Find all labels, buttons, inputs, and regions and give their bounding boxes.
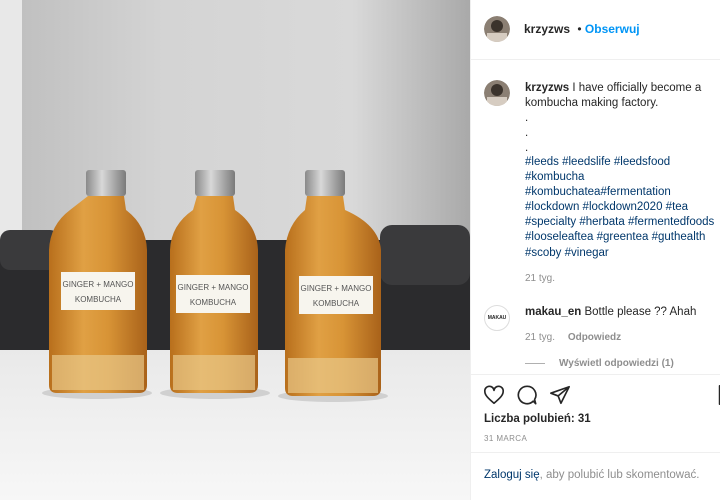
- login-prompt: Zaloguj się, aby polubić lub skomentować…: [484, 469, 699, 481]
- comment-icon[interactable]: [516, 384, 538, 411]
- caption-text-line2: kombucha making factory.: [525, 97, 659, 109]
- hashtag-link[interactable]: #guthealth: [652, 231, 706, 243]
- hashtag-link[interactable]: #vinegar: [565, 247, 609, 259]
- hashtag-link[interactable]: #looseleaftea: [525, 231, 593, 243]
- comment-timestamp[interactable]: 21 tyg.: [525, 332, 555, 343]
- caption-timestamp[interactable]: 21 tyg.: [525, 273, 555, 284]
- header-separator: •: [577, 22, 582, 36]
- replies-line: [525, 363, 545, 364]
- hashtag-link[interactable]: #specialty: [525, 216, 576, 228]
- hashtag-link[interactable]: #leedsfood: [614, 156, 670, 168]
- hashtag-link[interactable]: #fermentation: [600, 186, 670, 198]
- author-username[interactable]: krzyzws: [524, 22, 570, 36]
- caption-dot-2: .: [525, 127, 529, 139]
- hashtag-link[interactable]: #lockdown: [525, 201, 579, 213]
- post-header: krzyzws • Obserwuj: [524, 22, 640, 36]
- post-date[interactable]: 31 MARCA: [484, 434, 527, 443]
- caption-username[interactable]: krzyzws: [525, 82, 569, 94]
- bookmark-icon[interactable]: [715, 384, 720, 406]
- hashtag-link[interactable]: #greentea: [597, 231, 649, 243]
- caption-first-line: krzyzws I have officially become a: [525, 81, 701, 96]
- hashtag-link[interactable]: #leeds: [525, 156, 559, 168]
- comment-meta: 21 tyg. Odpowiedz: [525, 332, 621, 343]
- author-avatar-image: [484, 16, 510, 42]
- hashtag-link[interactable]: #kombucha: [525, 171, 584, 183]
- caption-text-line1: I have officially become a: [572, 82, 702, 94]
- footer-divider: [471, 452, 720, 453]
- likes-count[interactable]: Liczba polubień: 31: [484, 413, 591, 425]
- reply-button[interactable]: Odpowiedz: [568, 332, 621, 343]
- commenter-username[interactable]: makau_en: [525, 306, 581, 318]
- follow-button[interactable]: Obserwuj: [585, 22, 640, 36]
- heart-icon[interactable]: [483, 384, 505, 411]
- post-photo[interactable]: GINGER + MANGO KOMBUCHA GINGER + MANGO K…: [0, 0, 470, 500]
- caption-dot-1: .: [525, 112, 529, 124]
- share-icon[interactable]: [549, 384, 571, 411]
- hashtag-link[interactable]: #tea: [666, 201, 688, 213]
- comment-body: makau_en Bottle please ?? Ahah: [525, 306, 696, 318]
- login-link[interactable]: Zaloguj się: [484, 469, 540, 481]
- caption-avatar-image: [484, 80, 510, 106]
- caption-avatar[interactable]: [484, 80, 510, 106]
- commenter-avatar[interactable]: MAKAU: [484, 305, 510, 331]
- svg-text:KOMBUCHA: KOMBUCHA: [190, 298, 237, 307]
- header-divider: [471, 59, 720, 60]
- hashtag-link[interactable]: #leedslife: [562, 156, 611, 168]
- login-prompt-text: , aby polubić lub skomentować.: [539, 469, 700, 481]
- post-side-panel: krzyzws • Obserwuj krzyzws I have offici…: [470, 0, 720, 500]
- svg-text:KOMBUCHA: KOMBUCHA: [75, 295, 122, 304]
- hashtag-link[interactable]: #scoby: [525, 247, 561, 259]
- comment-text: Bottle please ?? Ahah: [584, 306, 697, 318]
- svg-text:KOMBUCHA: KOMBUCHA: [313, 299, 360, 308]
- hashtag-link[interactable]: #kombuchatea: [525, 186, 600, 198]
- caption-dot-3: .: [525, 142, 529, 154]
- actions-divider: [471, 374, 720, 375]
- hashtag-link[interactable]: #lockdown2020: [583, 201, 663, 213]
- view-replies-label: Wyświetl odpowiedzi (1): [559, 358, 674, 369]
- view-replies-button[interactable]: Wyświetl odpowiedzi (1): [525, 358, 674, 369]
- commenter-avatar-text: MAKAU: [487, 315, 507, 321]
- svg-text:GINGER + MANGO: GINGER + MANGO: [178, 283, 249, 292]
- author-avatar[interactable]: [484, 16, 510, 42]
- caption-hashtags: #leeds #leedslife #leedsfood #kombucha #…: [525, 155, 715, 261]
- hashtag-link[interactable]: #herbata: [579, 216, 624, 228]
- hashtag-link[interactable]: #fermentedfoods: [628, 216, 714, 228]
- kombucha-bottles-image: GINGER + MANGO KOMBUCHA GINGER + MANGO K…: [0, 0, 470, 500]
- svg-text:GINGER + MANGO: GINGER + MANGO: [63, 280, 134, 289]
- svg-text:GINGER + MANGO: GINGER + MANGO: [301, 284, 372, 293]
